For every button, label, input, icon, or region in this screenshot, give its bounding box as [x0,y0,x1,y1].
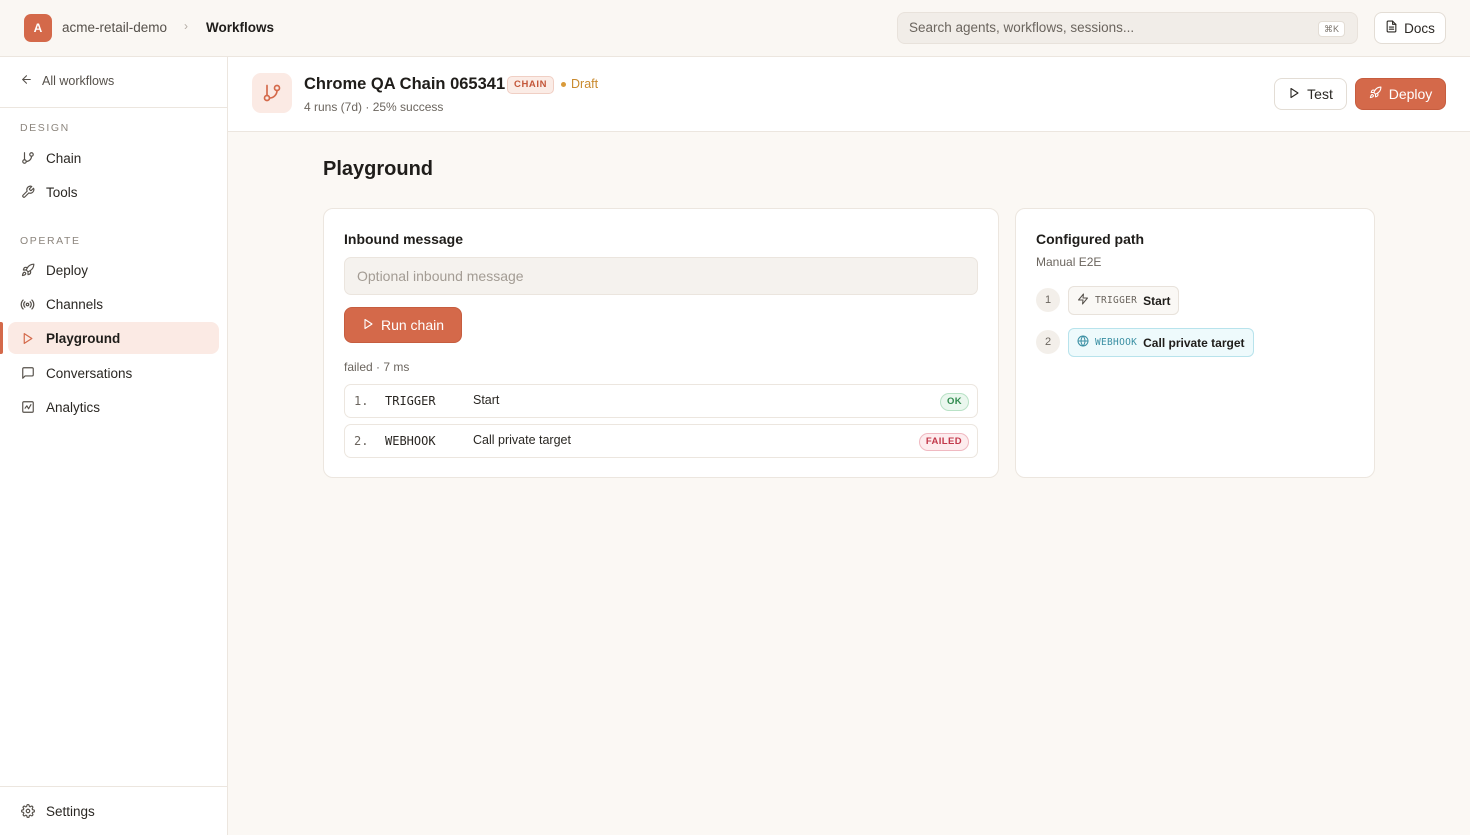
broadcast-icon [20,297,35,312]
step-status-badge: FAILED [918,433,969,451]
sidebar-divider [0,786,227,787]
docs-button[interactable]: Docs [1374,12,1446,44]
search-input[interactable] [909,20,1309,35]
docs-label: Docs [1404,20,1435,36]
deploy-label: Deploy [1388,86,1433,102]
run-chain-label: Run chain [380,317,445,333]
inbound-message-input[interactable] [344,257,978,295]
wrench-icon [20,185,35,200]
org-avatar[interactable]: A [24,14,52,42]
workflow-icon [252,73,292,113]
rocket-icon [1369,86,1382,102]
sidebar: All workflows DESIGN Chain Tools OPERATE… [0,57,228,835]
gear-icon [20,804,35,819]
configured-path-title: Configured path [1036,231,1145,247]
step-type: WEBHOOK [385,434,436,448]
path-node-type: WEBHOOK [1095,337,1138,348]
section-operate: OPERATE [20,235,81,247]
run-step-row: 2. WEBHOOK Call private target FAILED [344,424,978,458]
path-step-number: 2 [1036,330,1060,354]
path-node-label: Start [1143,293,1171,308]
play-icon [362,317,374,333]
step-label: Call private target [473,433,571,447]
active-indicator [0,322,3,354]
test-button[interactable]: Test [1274,78,1347,110]
workflow-title: Chrome QA Chain 065341 [304,75,506,93]
sidebar-item-label: Chain [46,150,82,166]
step-number: 2. [354,434,369,448]
arrow-left-icon [20,73,33,89]
breadcrumb-org[interactable]: acme-retail-demo [62,20,167,35]
configured-path-card: Configured path Manual E2E 1 TRIGGER Sta… [1015,208,1375,478]
status-label: Draft [571,77,599,91]
path-node-type: TRIGGER [1095,295,1138,306]
top-bar: A acme-retail-demo › Workflows ⌘K Docs [0,0,1470,57]
path-node-webhook[interactable]: WEBHOOK Call private target [1068,328,1254,357]
path-node-label: Call private target [1143,335,1245,350]
play-icon [1288,86,1300,102]
sidebar-item-label: Settings [46,803,95,819]
status-badge: Draft [561,77,598,91]
all-workflows-link[interactable]: All workflows [20,73,114,89]
sidebar-item-conversations[interactable]: Conversations [8,357,219,389]
sidebar-item-playground[interactable]: Playground [8,322,219,354]
sidebar-item-label: Channels [46,296,104,312]
sidebar-item-analytics[interactable]: Analytics [8,391,219,423]
sidebar-item-channels[interactable]: Channels [8,288,219,320]
test-label: Test [1307,86,1333,102]
run-chain-button[interactable]: Run chain [344,307,462,343]
sidebar-item-settings[interactable]: Settings [8,795,219,827]
play-icon [20,331,35,346]
search-shortcut: ⌘K [1317,21,1345,37]
all-workflows-label: All workflows [42,74,115,88]
breadcrumb-current[interactable]: Workflows [206,20,274,35]
message-square-icon [20,366,35,381]
globe-icon [1077,335,1089,350]
sidebar-item-label: Tools [46,184,78,200]
sidebar-item-label: Deploy [46,262,89,278]
document-icon [1385,20,1398,36]
run-result-meta: failed · 7 ms [344,360,410,374]
status-dot-icon [561,81,566,87]
global-search[interactable]: ⌘K [897,12,1358,44]
step-status-badge: OK [939,393,969,411]
section-design: DESIGN [20,122,70,134]
sidebar-item-label: Playground [46,330,121,346]
breadcrumb-separator: › [184,19,188,33]
step-number: 1. [354,394,369,408]
inbound-message-card: Inbound message Run chain failed · 7 ms … [323,208,999,478]
workflow-stats: 4 runs (7d) · 25% success [304,100,444,114]
step-label: Start [473,393,500,407]
path-node-trigger[interactable]: TRIGGER Start [1068,286,1180,315]
configured-path-subtitle: Manual E2E [1036,255,1102,269]
path-step-number: 1 [1036,288,1060,312]
page-title: Playground [323,158,434,180]
git-branch-icon [20,151,35,166]
workflow-header: Chrome QA Chain 065341 CHAIN Draft 4 run… [228,57,1470,132]
git-branch-icon [263,84,281,102]
run-step-row: 1. TRIGGER Start OK [344,384,978,418]
deploy-button[interactable]: Deploy [1355,78,1446,110]
inbound-message-label: Inbound message [344,231,464,247]
sidebar-item-label: Conversations [46,365,133,381]
sidebar-divider [0,107,227,108]
rocket-icon [20,263,35,278]
type-badge: CHAIN [507,76,555,94]
sidebar-item-label: Analytics [46,399,101,415]
sidebar-item-tools[interactable]: Tools [8,176,219,208]
step-type: TRIGGER [385,394,436,408]
sidebar-item-chain[interactable]: Chain [8,142,219,174]
sidebar-item-deploy[interactable]: Deploy [8,254,219,286]
zap-icon [1077,293,1089,308]
activity-chart-icon [20,400,35,415]
